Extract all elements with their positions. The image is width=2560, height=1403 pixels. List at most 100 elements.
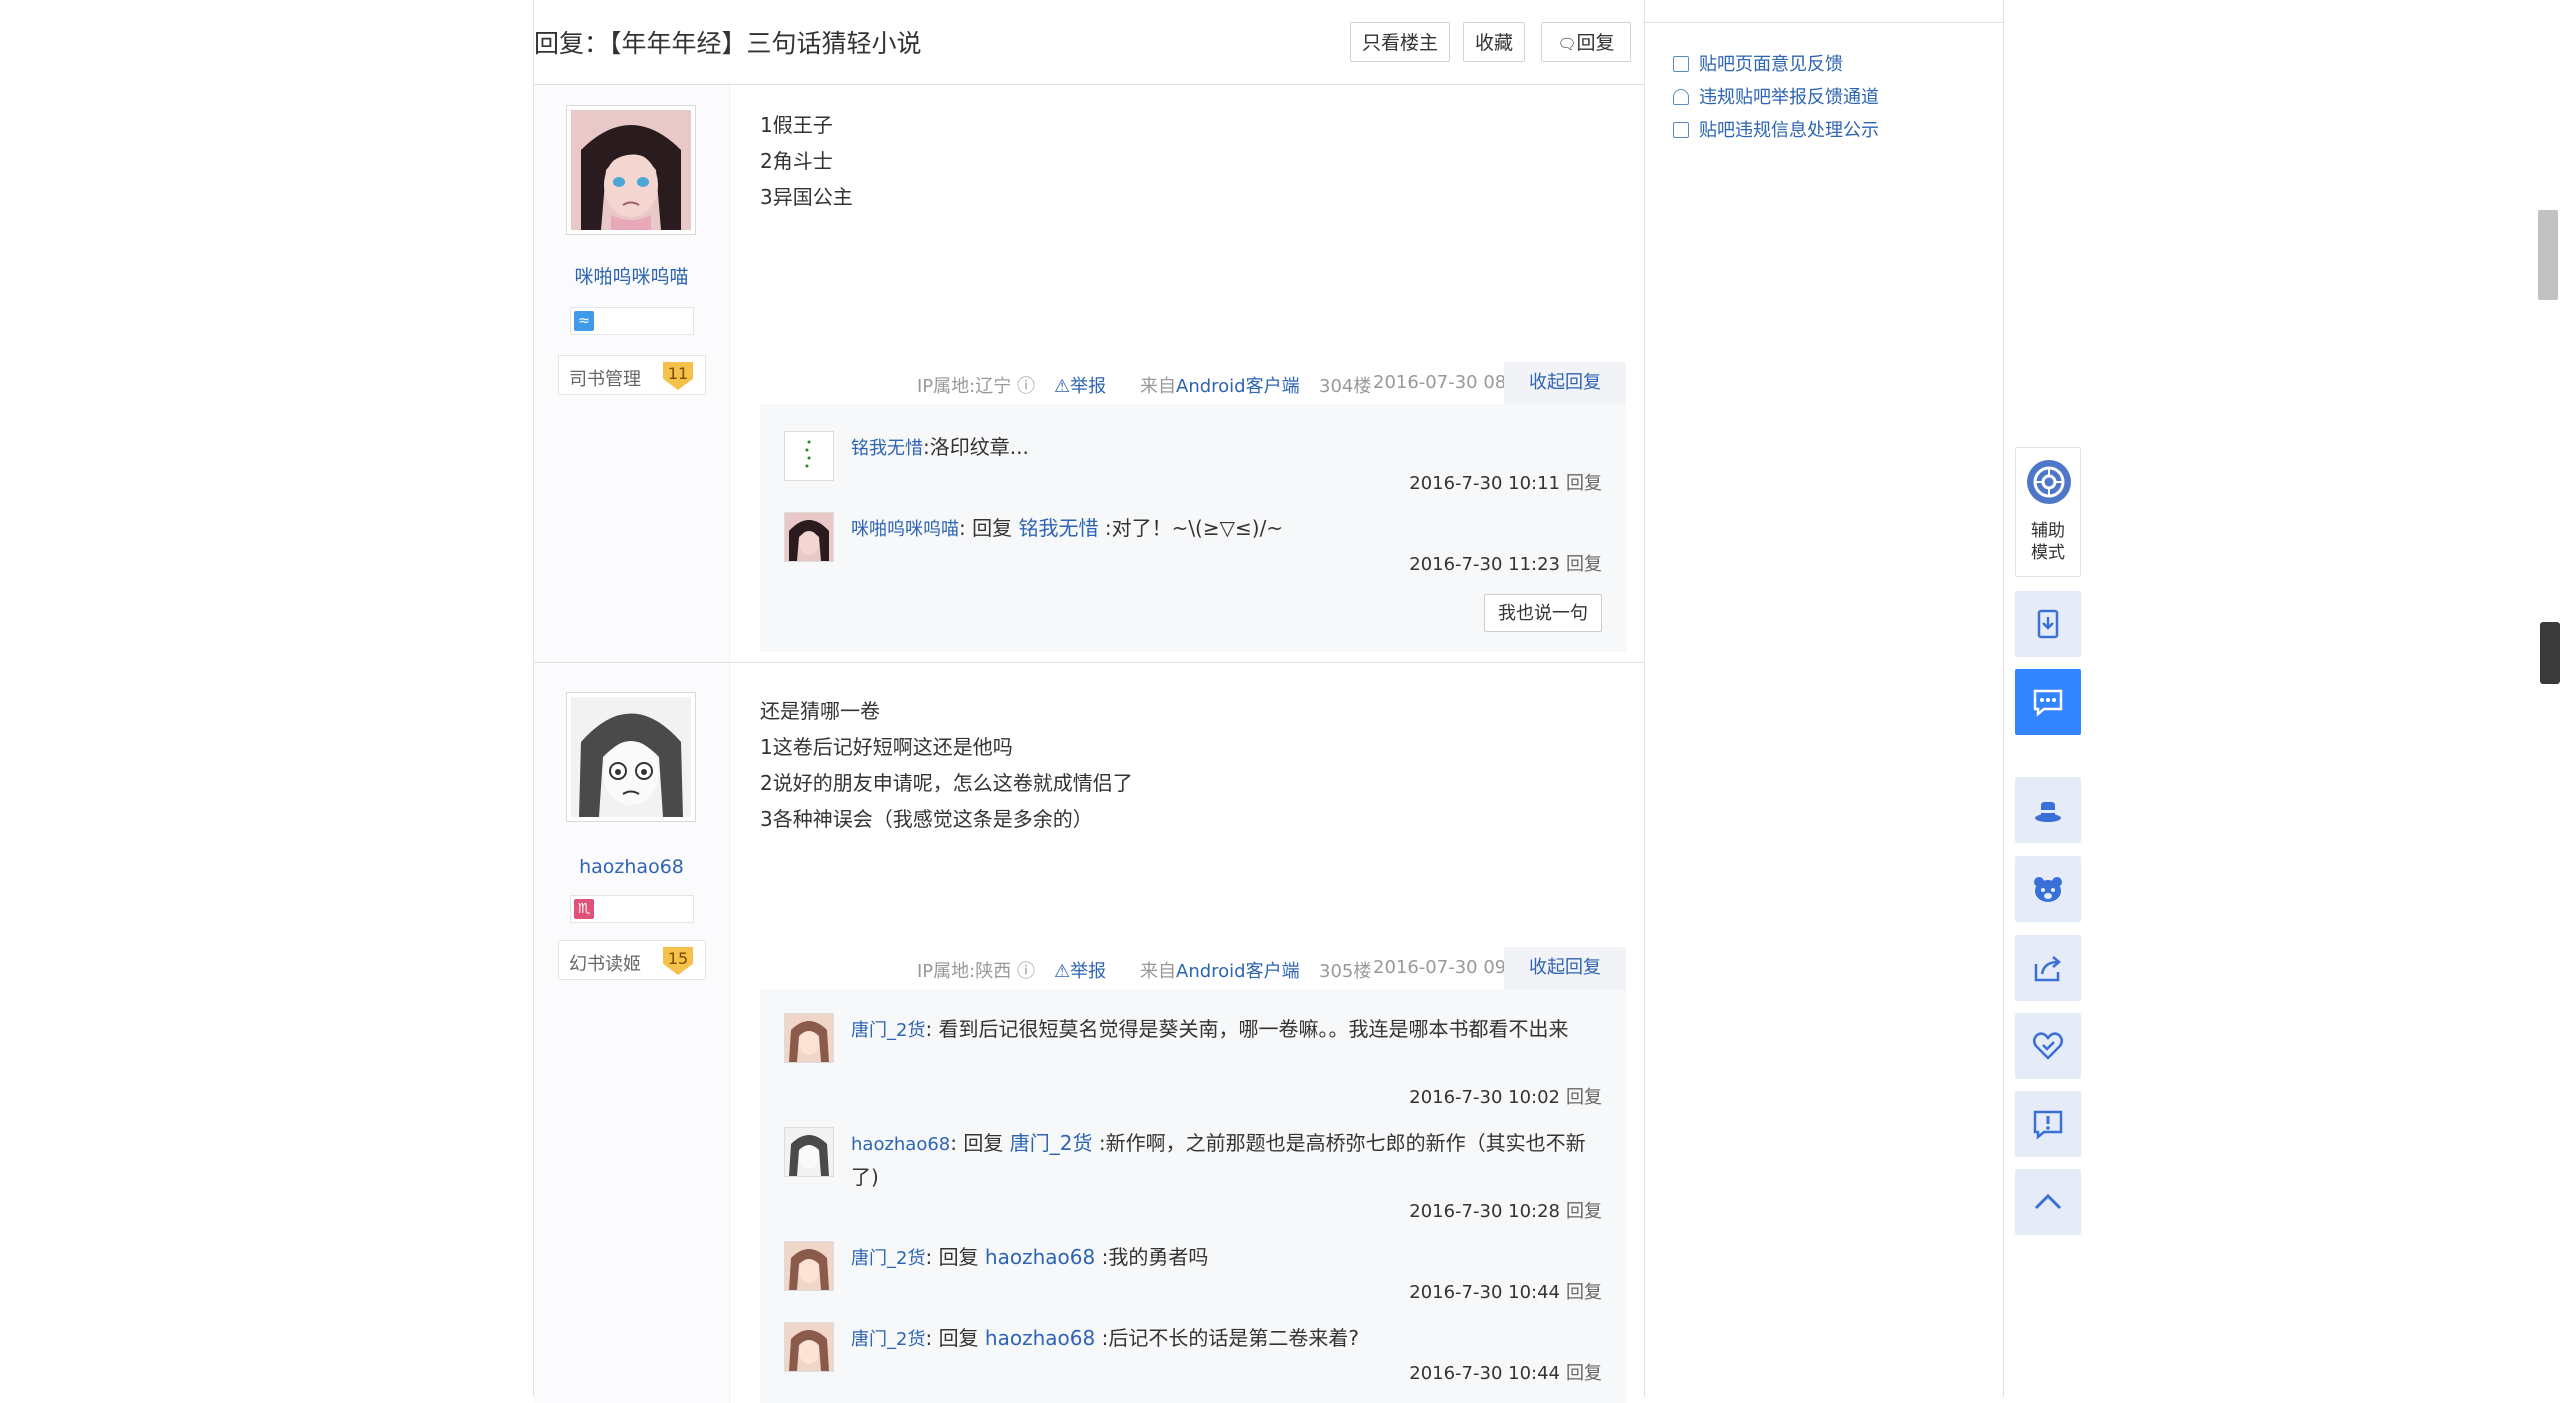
message-icon bbox=[2033, 689, 2063, 717]
warning-icon: ⚠ bbox=[1054, 376, 1071, 397]
assist-mode-button[interactable]: 辅助 模式 bbox=[2015, 447, 2081, 577]
reply-username[interactable]: 唐门_2货 bbox=[851, 1329, 925, 1350]
reply-username[interactable]: 唐门_2货 bbox=[851, 1248, 925, 1269]
reply-avatar[interactable] bbox=[784, 1013, 834, 1063]
level-badge[interactable]: 幻书读姬 15 bbox=[558, 940, 706, 980]
reply-meta: 2016-7-30 10:28 回复 bbox=[1409, 1197, 1602, 1223]
client-link[interactable]: Android客户端 bbox=[1176, 961, 1300, 982]
level-name: 司书管理 bbox=[569, 369, 641, 390]
bear-button[interactable] bbox=[2015, 856, 2081, 922]
favorite-button-float[interactable] bbox=[2015, 1013, 2081, 1079]
reply-target-user[interactable]: haozhao68 bbox=[985, 1326, 1095, 1350]
magic-hat-icon bbox=[2035, 802, 2061, 822]
floor-number: 304楼 bbox=[1319, 376, 1372, 397]
report-link[interactable]: ⚠举报 bbox=[1054, 372, 1106, 398]
reply-link[interactable]: 回复 bbox=[1566, 1087, 1602, 1108]
reply-target-user[interactable]: haozhao68 bbox=[985, 1245, 1095, 1269]
reply-time: 2016-7-30 10:11 bbox=[1409, 473, 1560, 494]
reply-content: :后记不长的话是第二卷来着? bbox=[1101, 1326, 1359, 1350]
reply-link[interactable]: 回复 bbox=[1566, 473, 1602, 494]
reply-avatar[interactable] bbox=[784, 1127, 834, 1177]
reply-avatar[interactable] bbox=[784, 431, 834, 481]
reply-username[interactable]: 咪啪呜咪呜喵 bbox=[851, 519, 959, 540]
level-number: 15 bbox=[663, 947, 693, 975]
reply-target-user[interactable]: 铭我无惜 bbox=[1018, 516, 1098, 540]
collapse-replies-button[interactable]: 收起回复 bbox=[1504, 947, 1626, 989]
author-avatar[interactable] bbox=[566, 105, 696, 235]
content-line: 还是猜哪一卷 bbox=[760, 699, 880, 723]
share-button[interactable] bbox=[2015, 935, 2081, 1001]
reply-prefix: 回复 bbox=[938, 1326, 979, 1350]
author-badge[interactable]: ♏ bbox=[570, 895, 694, 923]
say-something-button[interactable]: 我也说一句 bbox=[1484, 594, 1602, 632]
reply-time: 2016-7-30 10:44 bbox=[1409, 1282, 1560, 1303]
avatar-image bbox=[785, 1242, 833, 1290]
reply-link[interactable]: 回复 bbox=[1566, 1201, 1602, 1222]
content-line: 3各种神误会（我感觉这条是多余的） bbox=[760, 807, 1093, 831]
report-channel-link[interactable]: 违规贴吧举报反馈通道 bbox=[1673, 83, 1879, 109]
reply-link[interactable]: 回复 bbox=[1566, 554, 1602, 575]
reply-avatar[interactable] bbox=[784, 1322, 834, 1372]
client-source: 来自Android客户端 bbox=[1140, 961, 1300, 982]
client-link[interactable]: Android客户端 bbox=[1176, 376, 1300, 397]
reply-username[interactable]: 唐门_2货 bbox=[851, 1020, 925, 1041]
back-to-top-button[interactable] bbox=[2015, 1169, 2081, 1235]
reply-time: 2016-7-30 11:23 bbox=[1409, 554, 1560, 575]
side-drawer-handle[interactable] bbox=[2540, 622, 2560, 684]
reply-avatar[interactable] bbox=[784, 1241, 834, 1291]
badge-scorpio-icon: ♏ bbox=[574, 899, 594, 919]
violation-notice-link[interactable]: 贴吧违规信息处理公示 bbox=[1673, 116, 1879, 142]
favorite-button[interactable]: 收藏 bbox=[1463, 22, 1525, 62]
post-tail: IP属地:陕西 ⓘ ⚠举报 来自Android客户端 305楼 2016-07-… bbox=[760, 947, 1626, 989]
reply-link[interactable]: 回复 bbox=[1566, 1363, 1602, 1384]
post-content: 1假王子 2角斗士 3异国公主 bbox=[760, 107, 853, 215]
reply-username[interactable]: haozhao68 bbox=[851, 1134, 950, 1155]
message-button[interactable] bbox=[2015, 669, 2081, 735]
edit-icon bbox=[1673, 56, 1689, 72]
ip-location: IP属地:陕西 ⓘ bbox=[917, 961, 1035, 982]
ip-location: IP属地:辽宁 ⓘ bbox=[917, 376, 1035, 397]
author-avatar[interactable] bbox=[566, 692, 696, 822]
thread-title: 回复：【年年年经】三句话猜轻小说 bbox=[534, 29, 922, 58]
avatar-image bbox=[785, 1128, 833, 1176]
alarm-icon bbox=[1673, 89, 1689, 105]
content-line: 2说好的朋友申请呢，怎么这卷就成情侣了 bbox=[760, 771, 1133, 795]
reply-content: :洛印纹章... bbox=[923, 435, 1029, 459]
only-op-button[interactable]: 只看楼主 bbox=[1350, 22, 1450, 62]
level-badge[interactable]: 司书管理 11 bbox=[558, 355, 706, 395]
author-badge[interactable]: ≈ bbox=[570, 307, 694, 335]
reply-button[interactable]: 🗨回复 bbox=[1541, 22, 1631, 62]
author-name[interactable]: 咪啪呜咪呜喵 bbox=[534, 262, 729, 289]
report-button-float[interactable] bbox=[2015, 1091, 2081, 1157]
share-icon bbox=[2034, 956, 2061, 982]
reply-content: :对了！~\(≥▽≤)/~ bbox=[1104, 516, 1284, 540]
post-tail: IP属地:辽宁 ⓘ ⚠举报 来自Android客户端 304楼 2016-07-… bbox=[760, 362, 1626, 404]
feedback-link[interactable]: 贴吧页面意见反馈 bbox=[1673, 50, 1843, 76]
author-column: haozhao68 ♏ 幻书读姬 15 bbox=[534, 663, 730, 1403]
reply-list: 唐门_2货: 看到后记很短莫名觉得是葵关南，哪一卷嘛。。我连是哪本书都看不出来 … bbox=[760, 989, 1626, 1403]
reply-username[interactable]: 铭我无惜 bbox=[851, 438, 923, 459]
scrollbar-thumb[interactable] bbox=[2538, 210, 2558, 300]
sub-reply: 唐门_2货: 回复 haozhao68 :后记不长的话是第二卷来着? 2016-… bbox=[760, 1322, 1626, 1392]
content-line: 2角斗士 bbox=[760, 149, 833, 173]
reply-meta: 2016-7-30 10:44 回复 bbox=[1409, 1359, 1602, 1385]
right-sidebar: 贴吧页面意见反馈 违规贴吧举报反馈通道 贴吧违规信息处理公示 bbox=[1643, 0, 2004, 1397]
thread-column: 回复：【年年年经】三句话猜轻小说 只看楼主 收藏 🗨回复 咪啪呜咪呜喵 ≈ 司书… bbox=[533, 0, 1645, 1403]
collapse-replies-button[interactable]: 收起回复 bbox=[1504, 362, 1626, 404]
accessibility-icon bbox=[2027, 460, 2071, 504]
author-name[interactable]: haozhao68 bbox=[534, 856, 729, 878]
reply-target-user[interactable]: 唐门_2货 bbox=[1010, 1131, 1093, 1155]
avatar-image bbox=[571, 110, 691, 230]
content-line: 3异国公主 bbox=[760, 185, 853, 209]
post-305: haozhao68 ♏ 幻书读姬 15 还是猜哪一卷 1这卷后记好短啊这还是他吗… bbox=[534, 663, 1644, 1403]
reply-meta: 2016-7-30 10:11 回复 bbox=[1409, 469, 1602, 495]
post-304: 咪啪呜咪呜喵 ≈ 司书管理 11 1假王子 2角斗士 3异国公主 IP属地:辽宁… bbox=[534, 85, 1644, 663]
report-link[interactable]: ⚠举报 bbox=[1054, 957, 1106, 983]
sub-reply: haozhao68: 回复 唐门_2货 :新作啊，之前那题也是高桥弥七郎的新作（… bbox=[760, 1127, 1626, 1227]
back-to-top-icon bbox=[2034, 1193, 2062, 1210]
download-app-button[interactable] bbox=[2015, 591, 2081, 657]
reply-link[interactable]: 回复 bbox=[1566, 1282, 1602, 1303]
author-column: 咪啪呜咪呜喵 ≈ 司书管理 11 bbox=[534, 85, 730, 662]
magic-hat-button[interactable] bbox=[2015, 777, 2081, 843]
reply-avatar[interactable] bbox=[784, 512, 834, 562]
